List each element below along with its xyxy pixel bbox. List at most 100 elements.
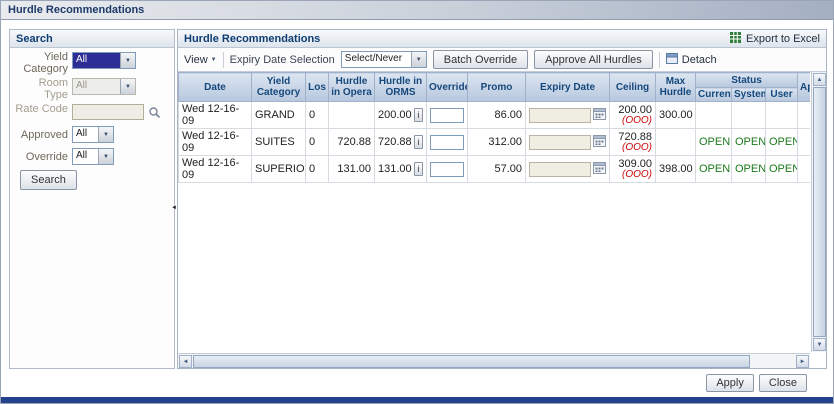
search-panel: Search Yield Category All ▼ Room Type Al…: [9, 29, 175, 369]
cell-ceiling: 309.00 (OOO): [609, 155, 656, 183]
room-type-value: All: [76, 80, 88, 91]
detach-button[interactable]: Detach: [665, 52, 717, 67]
cell-date: Wed 12-16-09: [178, 128, 252, 156]
cell-los: 0: [305, 128, 329, 156]
col-header-status-user[interactable]: User: [764, 87, 799, 102]
override-input[interactable]: [430, 134, 464, 150]
col-header-override[interactable]: Override: [426, 72, 468, 102]
calendar-icon[interactable]: [593, 134, 606, 150]
chevron-down-icon: ▼: [210, 56, 217, 63]
ceiling-ooo-note: (OOO): [622, 115, 652, 126]
col-header-expiry-date[interactable]: Expiry Date: [525, 72, 610, 102]
apply-button[interactable]: Apply: [706, 374, 754, 392]
override-input[interactable]: [430, 161, 464, 177]
col-header-ceiling[interactable]: Ceiling: [609, 72, 656, 102]
cell-hurdle-in-orms: 200.00 i: [374, 101, 427, 129]
expiry-date-selection-value: Select/Never: [344, 53, 403, 64]
approve-all-hurdles-button[interactable]: Approve All Hurdles: [534, 50, 653, 69]
cell-approved-cutoff: [797, 101, 810, 129]
rate-code-label: Rate Code: [15, 103, 68, 115]
override-select[interactable]: All ▼: [72, 148, 114, 165]
col-header-los[interactable]: Los: [305, 72, 329, 102]
cell-ceiling: 720.88 (OOO): [609, 128, 656, 156]
orms-info-button[interactable]: i: [413, 162, 423, 176]
cell-hurdle-in-orms: 720.88 i: [374, 128, 427, 156]
cell-promo: 86.00: [467, 101, 526, 129]
cell-ceiling: 200.00 (OOO): [609, 101, 656, 129]
view-menu-label: View: [184, 53, 208, 66]
cell-los: 0: [305, 101, 329, 129]
search-button[interactable]: Search: [20, 170, 77, 190]
scroll-up-icon[interactable]: ▲: [813, 73, 826, 86]
vertical-scrollbar-thumb[interactable]: [813, 87, 826, 337]
expiry-date-input[interactable]: [529, 134, 591, 150]
detach-label: Detach: [681, 53, 717, 66]
override-value: All: [76, 150, 88, 161]
cell-status-current: OPEN: [695, 128, 732, 156]
col-header-yield-category[interactable]: Yield Category: [251, 72, 306, 102]
ceiling-ooo-note: (OOO): [622, 169, 652, 180]
yield-category-value: All: [73, 53, 120, 68]
cell-hurdle-in-orms: 131.00 i: [374, 155, 427, 183]
cell-expiry-date: [525, 128, 610, 156]
scroll-right-icon[interactable]: ►: [796, 355, 809, 368]
calendar-icon[interactable]: [593, 107, 606, 123]
col-header-status-current[interactable]: Current: [695, 87, 732, 102]
scroll-down-icon[interactable]: ▼: [813, 338, 826, 351]
toolbar-separator: [222, 51, 224, 68]
chevron-down-icon[interactable]: ▼: [98, 149, 113, 164]
room-type-label: Room Type: [38, 77, 68, 101]
col-header-promo[interactable]: Promo: [467, 72, 526, 102]
cell-expiry-date: [525, 101, 610, 129]
batch-override-button[interactable]: Batch Override: [432, 50, 529, 69]
vertical-scrollbar[interactable]: ▲ ▼: [811, 72, 826, 352]
chevron-down-icon[interactable]: ▼: [120, 53, 135, 68]
chevron-down-icon[interactable]: ▼: [98, 127, 113, 142]
horizontal-scrollbar-thumb[interactable]: [193, 355, 750, 368]
cell-hurdle-in-opera: 131.00: [328, 155, 375, 183]
chevron-down-icon[interactable]: ▼: [410, 52, 426, 67]
search-panel-header: Search: [10, 30, 174, 48]
cell-yield-category: SUITES: [251, 128, 306, 156]
cell-status-system: [731, 101, 766, 129]
expiry-date-input[interactable]: [529, 161, 591, 177]
col-header-approved-cutoff[interactable]: Ap: [797, 72, 810, 102]
orms-info-button[interactable]: i: [413, 108, 423, 122]
close-button[interactable]: Close: [758, 374, 807, 392]
col-header-date[interactable]: Date: [178, 72, 252, 102]
search-lookup-icon[interactable]: [148, 106, 161, 124]
cell-status-user: [764, 101, 799, 129]
override-label: Override: [25, 151, 68, 163]
expiry-date-input[interactable]: [529, 107, 591, 123]
horizontal-scrollbar[interactable]: ◄ ►: [178, 353, 810, 368]
orms-info-button[interactable]: i: [413, 135, 423, 149]
expiry-date-selection-select[interactable]: Select/Never ▼: [340, 51, 427, 68]
export-to-excel-button[interactable]: Export to Excel: [729, 31, 820, 47]
view-menu-button[interactable]: View ▼: [184, 54, 217, 66]
calendar-icon[interactable]: [593, 161, 606, 177]
cell-override: [426, 155, 468, 183]
col-header-hurdle-in-opera[interactable]: Hurdle in Opera: [328, 72, 375, 102]
orms-value: 720.88: [378, 136, 412, 148]
table-row[interactable]: Wed 12-16-09 GRAND 0 200.00 i 86.00 200.…: [178, 101, 810, 129]
override-input[interactable]: [430, 107, 464, 123]
cell-promo: 57.00: [467, 155, 526, 183]
col-header-status-system[interactable]: System: [731, 87, 766, 102]
cell-max-hurdle: [655, 128, 696, 156]
cell-status-system: OPEN: [731, 155, 766, 183]
table-row[interactable]: Wed 12-16-09 SUPERIOR 0 131.00 131.00 i: [178, 155, 810, 183]
cell-yield-category: GRAND: [251, 101, 306, 129]
cell-approved-cutoff: [797, 128, 810, 156]
rate-code-input[interactable]: [72, 104, 144, 120]
table-row[interactable]: Wed 12-16-09 SUITES 0 720.88 720.88 i 31…: [178, 128, 810, 156]
cell-status-system: OPEN: [731, 128, 766, 156]
ceiling-ooo-note: (OOO): [622, 142, 652, 153]
approved-select[interactable]: All ▼: [72, 126, 114, 143]
scroll-left-icon[interactable]: ◄: [179, 355, 192, 368]
col-header-hurdle-in-orms[interactable]: Hurdle in ORMS: [374, 72, 427, 102]
yield-category-select[interactable]: All ▼: [72, 52, 136, 69]
chevron-down-icon[interactable]: ▼: [120, 79, 135, 94]
col-header-max-hurdle[interactable]: Max Hurdle: [655, 72, 696, 102]
yield-category-label: Yield Category: [23, 51, 68, 75]
room-type-select[interactable]: All ▼: [72, 78, 136, 95]
